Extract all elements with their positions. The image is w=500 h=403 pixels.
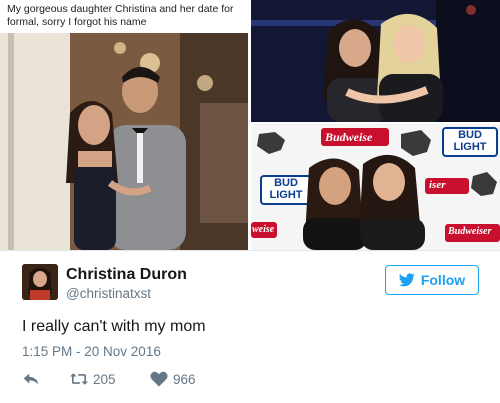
heart-icon [150,371,168,387]
avatar[interactable] [22,264,58,300]
follow-button[interactable]: Follow [385,265,479,295]
retweet-count: 205 [93,371,116,387]
bud-light-line1: BUD [274,177,298,189]
reply-button[interactable] [22,371,62,387]
photo-formal-couple [0,33,248,250]
retweet-button[interactable]: 205 [70,371,142,387]
tweet-timestamp[interactable]: 1:15 PM - 20 Nov 2016 [22,344,161,359]
media-divider [0,250,500,251]
like-count: 966 [173,371,196,387]
backdrop-brand-left: weise [252,224,275,235]
retweet-icon [70,373,88,385]
collage-left-pane: My gorgeous daughter Christina and her d… [0,0,248,250]
photo-club-friends [251,0,500,122]
photo-formal-illustration [0,33,248,250]
bud-light-line1: BUD [458,129,482,141]
backdrop-bud-light-logo-left: BUD LIGHT [263,177,309,201]
collage-caption: My gorgeous daughter Christina and her d… [7,3,234,28]
backdrop-brand-bottom: Budweiser [448,226,492,237]
backdrop-bud-light-logo-top: BUD LIGHT [445,129,495,153]
media-collage[interactable]: My gorgeous daughter Christina and her d… [0,0,500,250]
like-button[interactable]: 966 [150,371,210,387]
user-display-name[interactable]: Christina Duron [66,266,187,284]
photo-sponsor-backdrop: Budweise iser Budweiser weise BUD LIGHT … [251,124,500,250]
user-handle[interactable]: @christinatxst [66,286,151,301]
bud-light-line2: LIGHT [453,141,487,153]
photo-club-illustration [251,0,500,122]
backdrop-brand-middle: iser [429,179,446,191]
twitter-bird-icon [398,273,415,287]
follow-button-label: Follow [420,272,466,288]
bud-light-line2: LIGHT [269,189,303,201]
backdrop-brand-top: Budweise [325,130,373,144]
reply-icon [23,373,39,385]
avatar-illustration [22,264,58,300]
tweet-actions: 205 966 [22,369,210,389]
tweet-text: I really can't with my mom [22,318,206,335]
embedded-tweet-card: My gorgeous daughter Christina and her d… [0,0,500,403]
